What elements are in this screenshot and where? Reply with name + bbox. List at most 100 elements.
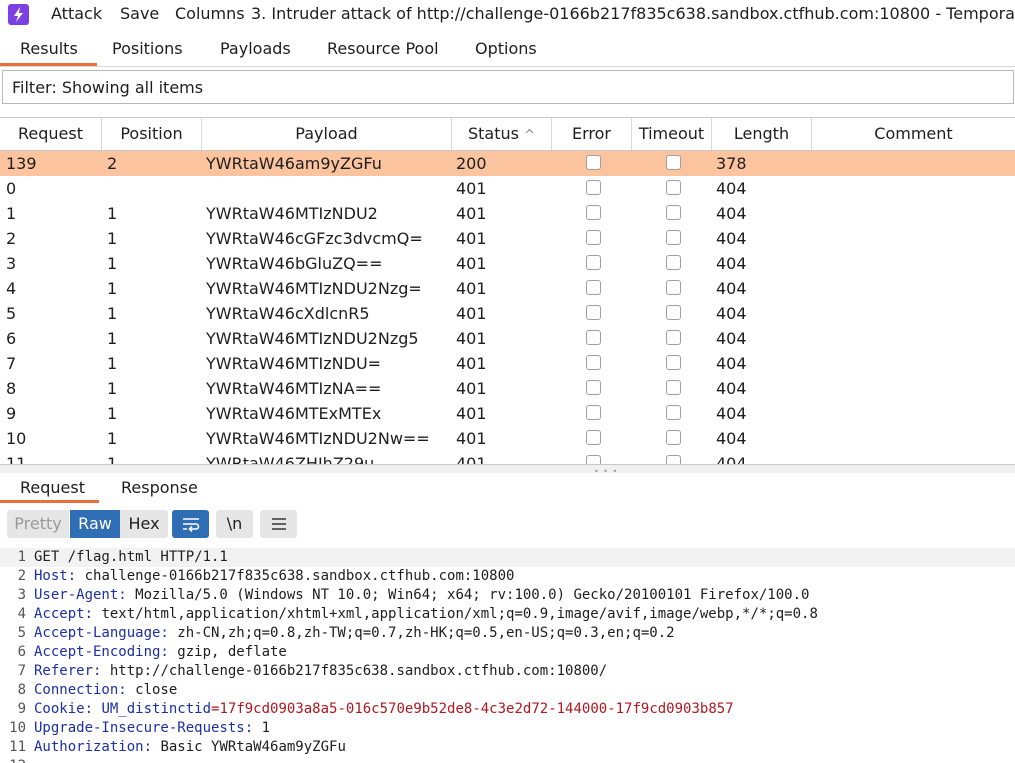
tab-resource-pool[interactable]: Resource Pool (327, 39, 439, 58)
menu-attack[interactable]: Attack (51, 4, 102, 23)
line-number: 2 (17, 568, 26, 584)
timeout-checkbox[interactable] (666, 155, 681, 170)
table-row[interactable]: 5 1 YWRtaW46cXdlcnR5 401 404 (0, 301, 1015, 326)
cell-payload: YWRtaW46am9yZGFu (206, 154, 382, 173)
hex-button[interactable]: Hex (120, 510, 168, 538)
cell-length: 404 (716, 204, 747, 223)
cell-length: 404 (716, 454, 747, 465)
table-row[interactable]: 6 1 YWRtaW46MTIzNDU2Nzg5 401 404 (0, 326, 1015, 351)
error-checkbox[interactable] (586, 180, 601, 195)
error-checkbox[interactable] (586, 230, 601, 245)
editor-menu-button[interactable] (260, 510, 297, 538)
timeout-checkbox[interactable] (666, 280, 681, 295)
cell-status: 401 (456, 404, 487, 423)
error-checkbox[interactable] (586, 380, 601, 395)
show-newlines-button[interactable]: \n (216, 510, 253, 538)
error-checkbox[interactable] (586, 430, 601, 445)
timeout-checkbox[interactable] (666, 305, 681, 320)
table-row[interactable]: 11 1 YWRtaW46ZHJhZ29u 401 404 (0, 451, 1015, 465)
sort-ascending-icon: ^ (524, 128, 535, 143)
column-header-error[interactable]: Error (552, 118, 632, 150)
error-checkbox[interactable] (586, 155, 601, 170)
header-name: Host: (34, 568, 77, 584)
cell-length: 404 (716, 379, 747, 398)
cell-length: 404 (716, 304, 747, 323)
cell-request: 0 (6, 179, 17, 198)
cell-position: 2 (107, 154, 118, 173)
raw-button[interactable]: Raw (70, 510, 120, 538)
table-row[interactable]: 7 1 YWRtaW46MTIzNDU= 401 404 (0, 351, 1015, 376)
cell-length: 378 (716, 154, 747, 173)
timeout-checkbox[interactable] (666, 380, 681, 395)
column-header-request[interactable]: Request (0, 118, 102, 150)
tab-response[interactable]: Response (121, 478, 198, 497)
table-row[interactable]: 139 2 YWRtaW46am9yZGFu 200 378 (0, 151, 1015, 176)
cell-status: 401 (456, 304, 487, 323)
timeout-checkbox[interactable] (666, 430, 681, 445)
request-line: 12 (0, 757, 1015, 763)
column-header-comment[interactable]: Comment (812, 118, 1015, 150)
column-header-payload[interactable]: Payload (202, 118, 452, 150)
timeout-checkbox[interactable] (666, 205, 681, 220)
cell-request: 11 (6, 454, 27, 465)
filter-text: Filter: Showing all items (12, 78, 204, 97)
menu-bar: Attack Save Columns 3. Intruder attack o… (0, 0, 1015, 28)
cell-request: 4 (6, 279, 17, 298)
viewer-toolbar: Pretty Raw Hex \n (0, 506, 1015, 544)
tab-request[interactable]: Request (20, 478, 85, 497)
timeout-checkbox[interactable] (666, 330, 681, 345)
column-header-length[interactable]: Length (712, 118, 812, 150)
results-table: Request Position Payload Status ^ Error … (0, 117, 1015, 465)
cell-request: 139 (6, 154, 37, 173)
table-row[interactable]: 4 1 YWRtaW46MTIzNDU2Nzg= 401 404 (0, 276, 1015, 301)
header-name: Accept: (34, 606, 94, 622)
error-checkbox[interactable] (586, 330, 601, 345)
timeout-checkbox[interactable] (666, 405, 681, 420)
cell-position: 1 (107, 279, 118, 298)
word-wrap-icon (182, 518, 199, 532)
line-number: 9 (17, 701, 26, 717)
cell-status: 200 (456, 154, 487, 173)
table-row[interactable]: 0 401 404 (0, 176, 1015, 201)
error-checkbox[interactable] (586, 205, 601, 220)
timeout-checkbox[interactable] (666, 355, 681, 370)
table-row[interactable]: 9 1 YWRtaW46MTExMTEx 401 404 (0, 401, 1015, 426)
line-number: 3 (17, 587, 26, 603)
table-row[interactable]: 2 1 YWRtaW46cGFzc3dvcmQ= 401 404 (0, 226, 1015, 251)
cell-length: 404 (716, 229, 747, 248)
timeout-checkbox[interactable] (666, 180, 681, 195)
cell-payload: YWRtaW46MTIzNDU2Nzg5 (206, 329, 419, 348)
tab-results[interactable]: Results (20, 39, 78, 58)
error-checkbox[interactable] (586, 355, 601, 370)
line-number: 1 (17, 549, 26, 565)
cell-length: 404 (716, 354, 747, 373)
menu-columns[interactable]: Columns (175, 4, 245, 23)
filter-bar[interactable]: Filter: Showing all items (2, 70, 1014, 104)
timeout-checkbox[interactable] (666, 230, 681, 245)
word-wrap-button[interactable] (172, 510, 209, 538)
active-viewer-tab-indicator (0, 500, 99, 503)
attack-tabs: Results Positions Payloads Resource Pool… (0, 34, 1015, 67)
column-header-timeout[interactable]: Timeout (632, 118, 712, 150)
request-line: 11 Authorization: Basic YWRtaW46am9yZGFu (0, 738, 1015, 757)
table-row[interactable]: 10 1 YWRtaW46MTIzNDU2Nw== 401 404 (0, 426, 1015, 451)
cell-request: 6 (6, 329, 17, 348)
tab-payloads[interactable]: Payloads (220, 39, 291, 58)
raw-request-editor[interactable]: 1 GET /flag.html HTTP/1.1 2 Host: challenge… (0, 547, 1015, 763)
column-header-position[interactable]: Position (102, 118, 202, 150)
tab-options[interactable]: Options (475, 39, 537, 58)
line-number: 8 (17, 682, 26, 698)
error-checkbox[interactable] (586, 255, 601, 270)
table-row[interactable]: 8 1 YWRtaW46MTIzNA== 401 404 (0, 376, 1015, 401)
table-row[interactable]: 3 1 YWRtaW46bGluZQ== 401 404 (0, 251, 1015, 276)
error-checkbox[interactable] (586, 305, 601, 320)
error-checkbox[interactable] (586, 405, 601, 420)
timeout-checkbox[interactable] (666, 255, 681, 270)
error-checkbox[interactable] (586, 280, 601, 295)
tab-positions[interactable]: Positions (112, 39, 183, 58)
table-row[interactable]: 1 1 YWRtaW46MTIzNDU2 401 404 (0, 201, 1015, 226)
menu-save[interactable]: Save (120, 4, 159, 23)
cell-request: 3 (6, 254, 17, 273)
column-header-status[interactable]: Status ^ (452, 118, 552, 150)
pretty-button[interactable]: Pretty (7, 510, 69, 538)
